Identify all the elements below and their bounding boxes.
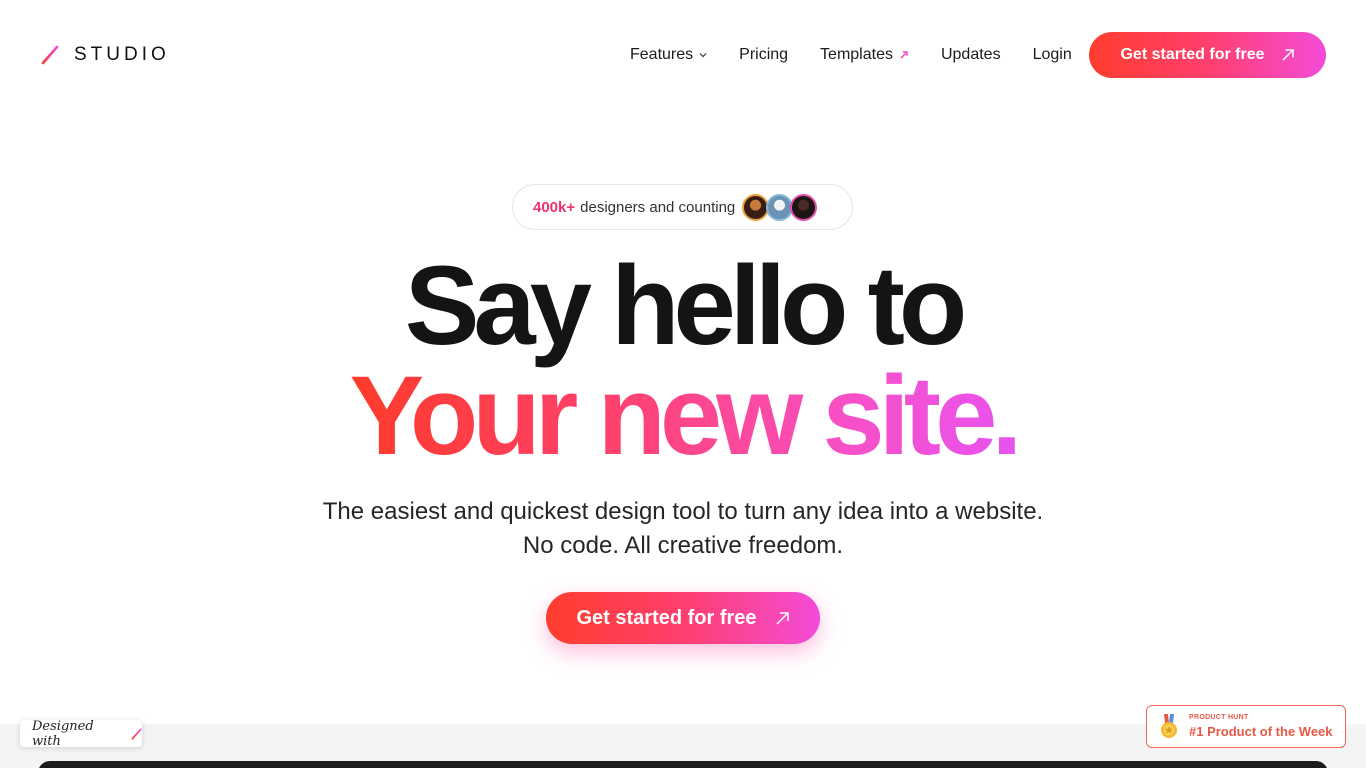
nav-templates[interactable]: Templates	[820, 46, 909, 64]
hero-subtitle-line1: The easiest and quickest design tool to …	[322, 498, 1044, 525]
product-hunt-text: PRODUCT HUNT #1 Product of the Week	[1189, 713, 1333, 740]
designer-count: 400k+	[533, 198, 576, 216]
designed-with-label: Designed with	[32, 718, 94, 749]
nav-features[interactable]: Features	[630, 46, 707, 64]
avatar	[766, 193, 794, 221]
avatar	[790, 193, 818, 221]
get-started-nav-button[interactable]: Get started for free	[1089, 32, 1326, 78]
external-arrow-icon	[900, 51, 908, 59]
nav-templates-label: Templates	[820, 46, 893, 63]
arrow-up-right-icon	[1281, 49, 1294, 61]
nav-login-label: Login	[1032, 46, 1072, 63]
top-navigation: STUDIO Features Pricing Templates Update…	[0, 0, 1366, 110]
hero-heading-line2: Your new site.	[0, 356, 1366, 476]
nav-updates[interactable]: Updates	[941, 46, 1001, 64]
product-preview-window	[38, 761, 1328, 768]
main-menu: Features Pricing Templates Updates Login	[614, 44, 1088, 66]
slash-logo-icon	[41, 45, 59, 65]
studio-logo[interactable]: STUDIO	[40, 44, 170, 66]
slash-logo-icon	[131, 727, 142, 740]
hero-subtitle-line2: No code. All creative freedom.	[522, 532, 844, 559]
get-started-hero-label: Get started for free	[576, 606, 757, 629]
nav-pricing-label: Pricing	[739, 46, 789, 63]
nav-features-label: Features	[630, 46, 694, 63]
get-started-nav-label: Get started for free	[1120, 46, 1265, 63]
brand-name: STUDIO	[74, 44, 170, 65]
nav-login[interactable]: Login	[1033, 46, 1072, 64]
designed-with-studio-badge[interactable]: Designed with	[20, 718, 142, 749]
avatar	[742, 193, 770, 221]
nav-updates-label: Updates	[940, 46, 1001, 63]
get-started-hero-button[interactable]: Get started for free	[546, 592, 820, 644]
designer-count-badge: 400k+ designers and counting	[512, 184, 853, 230]
chevron-down-icon	[699, 53, 707, 58]
hero-heading-line1: Say hello to	[404, 243, 968, 368]
product-hunt-label: PRODUCT HUNT	[1189, 714, 1249, 721]
designer-count-text: designers and counting	[580, 198, 736, 216]
avatar-group	[742, 193, 818, 221]
product-hunt-badge[interactable]: PRODUCT HUNT #1 Product of the Week	[1146, 705, 1346, 748]
hero-heading-gradient-text: Your new site.	[349, 353, 1023, 478]
nav-pricing[interactable]: Pricing	[739, 46, 788, 64]
medal-icon	[1161, 713, 1177, 738]
product-hunt-award: #1 Product of the Week	[1189, 724, 1333, 739]
arrow-up-right-icon	[776, 611, 789, 625]
